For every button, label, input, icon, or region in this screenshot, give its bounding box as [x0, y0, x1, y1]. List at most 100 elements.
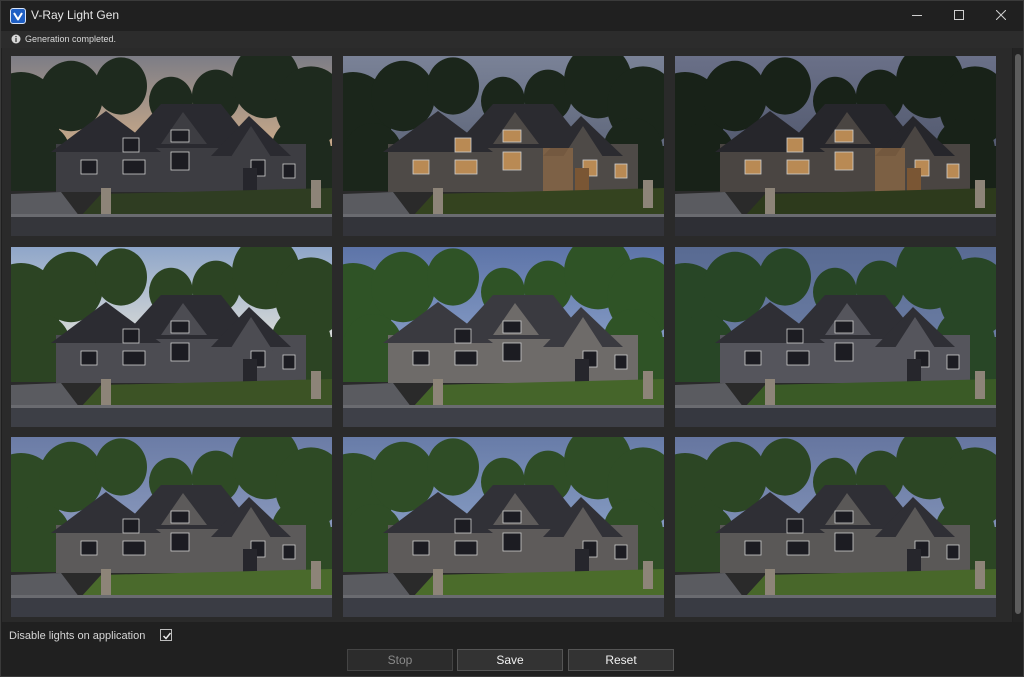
window — [122, 159, 146, 175]
lawn — [81, 569, 332, 597]
result-thumbnail[interactable] — [11, 247, 332, 427]
front-door — [907, 168, 921, 192]
window — [170, 129, 190, 143]
lawn — [745, 569, 996, 597]
house-render-image — [675, 56, 996, 236]
lawn — [413, 379, 664, 407]
lawn — [81, 379, 332, 407]
window — [454, 159, 478, 175]
stop-button[interactable]: Stop — [347, 649, 453, 671]
window — [170, 532, 190, 552]
window — [834, 151, 854, 171]
house-render-image — [675, 247, 996, 427]
house-render-image — [343, 247, 664, 427]
curb — [343, 595, 664, 598]
close-button[interactable] — [979, 1, 1023, 31]
window — [502, 532, 522, 552]
window — [502, 320, 522, 334]
vray-logo-icon — [10, 8, 26, 24]
front-door — [243, 549, 257, 573]
disable-lights-checkbox[interactable] — [160, 629, 172, 641]
window — [454, 137, 472, 153]
tree — [759, 438, 811, 496]
reset-button[interactable]: Reset — [568, 649, 674, 671]
lawn — [413, 569, 664, 597]
pillar — [765, 569, 775, 595]
house-render-image — [11, 247, 332, 427]
front-door — [243, 359, 257, 383]
curb — [343, 405, 664, 408]
maximize-icon — [954, 10, 964, 20]
window — [502, 510, 522, 524]
result-thumbnail[interactable] — [11, 437, 332, 617]
checkmark-icon — [162, 632, 172, 640]
status-message: Generation completed. — [25, 34, 117, 44]
warm-light-glow — [875, 148, 905, 192]
curb — [675, 595, 996, 598]
result-thumbnail[interactable] — [675, 247, 996, 427]
window — [834, 532, 854, 552]
window — [834, 510, 854, 524]
window — [946, 544, 960, 560]
window — [614, 163, 628, 179]
window — [412, 159, 430, 175]
tree — [759, 248, 811, 306]
lawn — [413, 188, 664, 216]
window — [454, 540, 478, 556]
pillar — [643, 180, 653, 208]
result-thumbnail[interactable] — [675, 437, 996, 617]
info-icon — [11, 34, 21, 44]
window — [122, 328, 140, 344]
curb — [343, 214, 664, 217]
window — [454, 518, 472, 534]
tree — [95, 248, 147, 306]
result-thumbnail[interactable] — [675, 56, 996, 236]
front-door — [575, 549, 589, 573]
road — [343, 407, 664, 427]
minimize-icon — [912, 15, 922, 16]
window — [122, 137, 140, 153]
curb — [11, 405, 332, 408]
window — [80, 159, 98, 175]
road — [11, 216, 332, 236]
pillar — [765, 379, 775, 405]
vertical-scrollbar[interactable] — [1013, 48, 1023, 622]
window — [170, 342, 190, 362]
tree — [427, 248, 479, 306]
tree — [427, 438, 479, 496]
window — [454, 350, 478, 366]
tree — [427, 57, 479, 115]
tree — [759, 57, 811, 115]
scrollbar-thumb[interactable] — [1015, 54, 1021, 614]
window — [744, 350, 762, 366]
title-bar[interactable]: V-Ray Light Gen — [1, 1, 1023, 31]
window — [80, 540, 98, 556]
save-button[interactable]: Save — [457, 649, 563, 671]
pillar — [101, 188, 111, 214]
options-panel: Disable lights on application Stop Save … — [1, 622, 1023, 676]
result-thumbnail[interactable] — [11, 56, 332, 236]
result-thumbnail[interactable] — [343, 56, 664, 236]
window — [744, 159, 762, 175]
minimize-button[interactable] — [895, 1, 939, 31]
window — [412, 350, 430, 366]
warm-light-glow — [543, 148, 573, 192]
road — [11, 407, 332, 427]
window — [502, 342, 522, 362]
close-icon — [996, 10, 1006, 20]
window — [282, 544, 296, 560]
result-thumbnail[interactable] — [343, 247, 664, 427]
window — [170, 320, 190, 334]
pillar — [765, 188, 775, 214]
window — [786, 137, 804, 153]
maximize-button[interactable] — [937, 1, 981, 31]
window — [786, 350, 810, 366]
result-thumbnail[interactable] — [343, 437, 664, 617]
window — [614, 354, 628, 370]
disable-lights-label: Disable lights on application — [9, 630, 146, 642]
window — [946, 354, 960, 370]
pillar — [433, 379, 443, 405]
window — [122, 350, 146, 366]
pillar — [311, 561, 321, 589]
window — [786, 540, 810, 556]
